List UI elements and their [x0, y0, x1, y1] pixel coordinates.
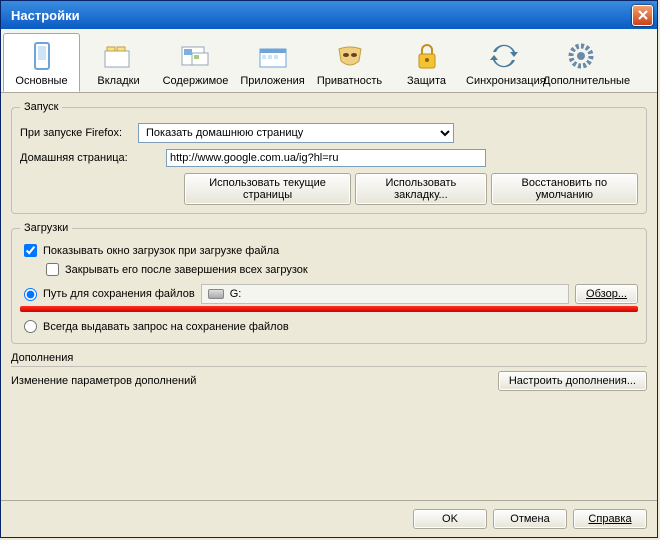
homepage-label: Домашняя страница:: [20, 152, 160, 164]
tab-label: Содержимое: [158, 75, 233, 87]
addons-legend: Дополнения: [11, 352, 647, 364]
tab-label: Дополнительные: [543, 75, 618, 87]
tab-applications[interactable]: Приложения: [234, 33, 311, 92]
download-path-display: G:: [201, 284, 569, 304]
use-bookmark-button[interactable]: Использовать закладку...: [355, 173, 486, 205]
sync-icon: [466, 40, 541, 72]
applications-icon: [235, 40, 310, 72]
content-icon: [158, 40, 233, 72]
toolbar: Основные Вкладки Содержимое Приложения П…: [1, 29, 657, 93]
general-icon: [4, 40, 79, 72]
use-current-button[interactable]: Использовать текущие страницы: [184, 173, 351, 205]
lock-icon: [389, 40, 464, 72]
cancel-button[interactable]: Отмена: [493, 509, 567, 529]
close-after-checkbox[interactable]: [46, 263, 59, 276]
tab-label: Приватность: [312, 75, 387, 87]
tab-tabs[interactable]: Вкладки: [80, 33, 157, 92]
when-start-label: При запуске Firefox:: [20, 127, 132, 139]
titlebar: Настройки: [1, 1, 657, 29]
download-drive: G:: [230, 288, 242, 300]
window-title: Настройки: [5, 8, 632, 23]
save-to-path-label: Путь для сохранения файлов: [43, 288, 195, 300]
addons-desc: Изменение параметров дополнений: [11, 375, 196, 387]
tab-label: Вкладки: [81, 75, 156, 87]
mask-icon: [312, 40, 387, 72]
tabs-icon: [81, 40, 156, 72]
when-start-select[interactable]: Показать домашнюю страницу: [138, 123, 454, 143]
close-icon: [638, 10, 648, 20]
browse-button[interactable]: Обзор...: [575, 284, 638, 304]
always-ask-label: Всегда выдавать запрос на сохранение фай…: [43, 321, 289, 333]
tab-label: Синхронизация: [466, 75, 541, 87]
tab-content[interactable]: Содержимое: [157, 33, 234, 92]
footer: OK Отмена Справка: [1, 500, 657, 537]
tab-sync[interactable]: Синхронизация: [465, 33, 542, 92]
tab-security[interactable]: Защита: [388, 33, 465, 92]
downloads-legend: Загрузки: [20, 222, 72, 234]
close-after-label: Закрывать его после завершения всех загр…: [65, 264, 308, 276]
gear-icon: [543, 40, 618, 72]
ok-button[interactable]: OK: [413, 509, 487, 529]
highlight-marker: [20, 306, 638, 312]
show-download-window-label: Показывать окно загрузок при загрузке фа…: [43, 245, 279, 257]
tab-privacy[interactable]: Приватность: [311, 33, 388, 92]
tab-label: Приложения: [235, 75, 310, 87]
restore-default-button[interactable]: Восстановить по умолчанию: [491, 173, 638, 205]
help-button[interactable]: Справка: [573, 509, 647, 529]
always-ask-radio[interactable]: [24, 320, 37, 333]
downloads-group: Загрузки Показывать окно загрузок при за…: [11, 222, 647, 344]
divider: [11, 366, 647, 367]
homepage-input[interactable]: [166, 149, 486, 167]
disk-icon: [208, 289, 224, 299]
show-download-window-checkbox[interactable]: [24, 244, 37, 257]
configure-addons-button[interactable]: Настроить дополнения...: [498, 371, 647, 391]
tab-label: Защита: [389, 75, 464, 87]
startup-legend: Запуск: [20, 101, 62, 113]
tab-advanced[interactable]: Дополнительные: [542, 33, 619, 92]
tab-label: Основные: [4, 75, 79, 87]
close-button[interactable]: [632, 5, 653, 26]
save-to-path-radio[interactable]: [24, 288, 37, 301]
startup-group: Запуск При запуске Firefox: Показать дом…: [11, 101, 647, 214]
tab-general[interactable]: Основные: [3, 33, 80, 92]
